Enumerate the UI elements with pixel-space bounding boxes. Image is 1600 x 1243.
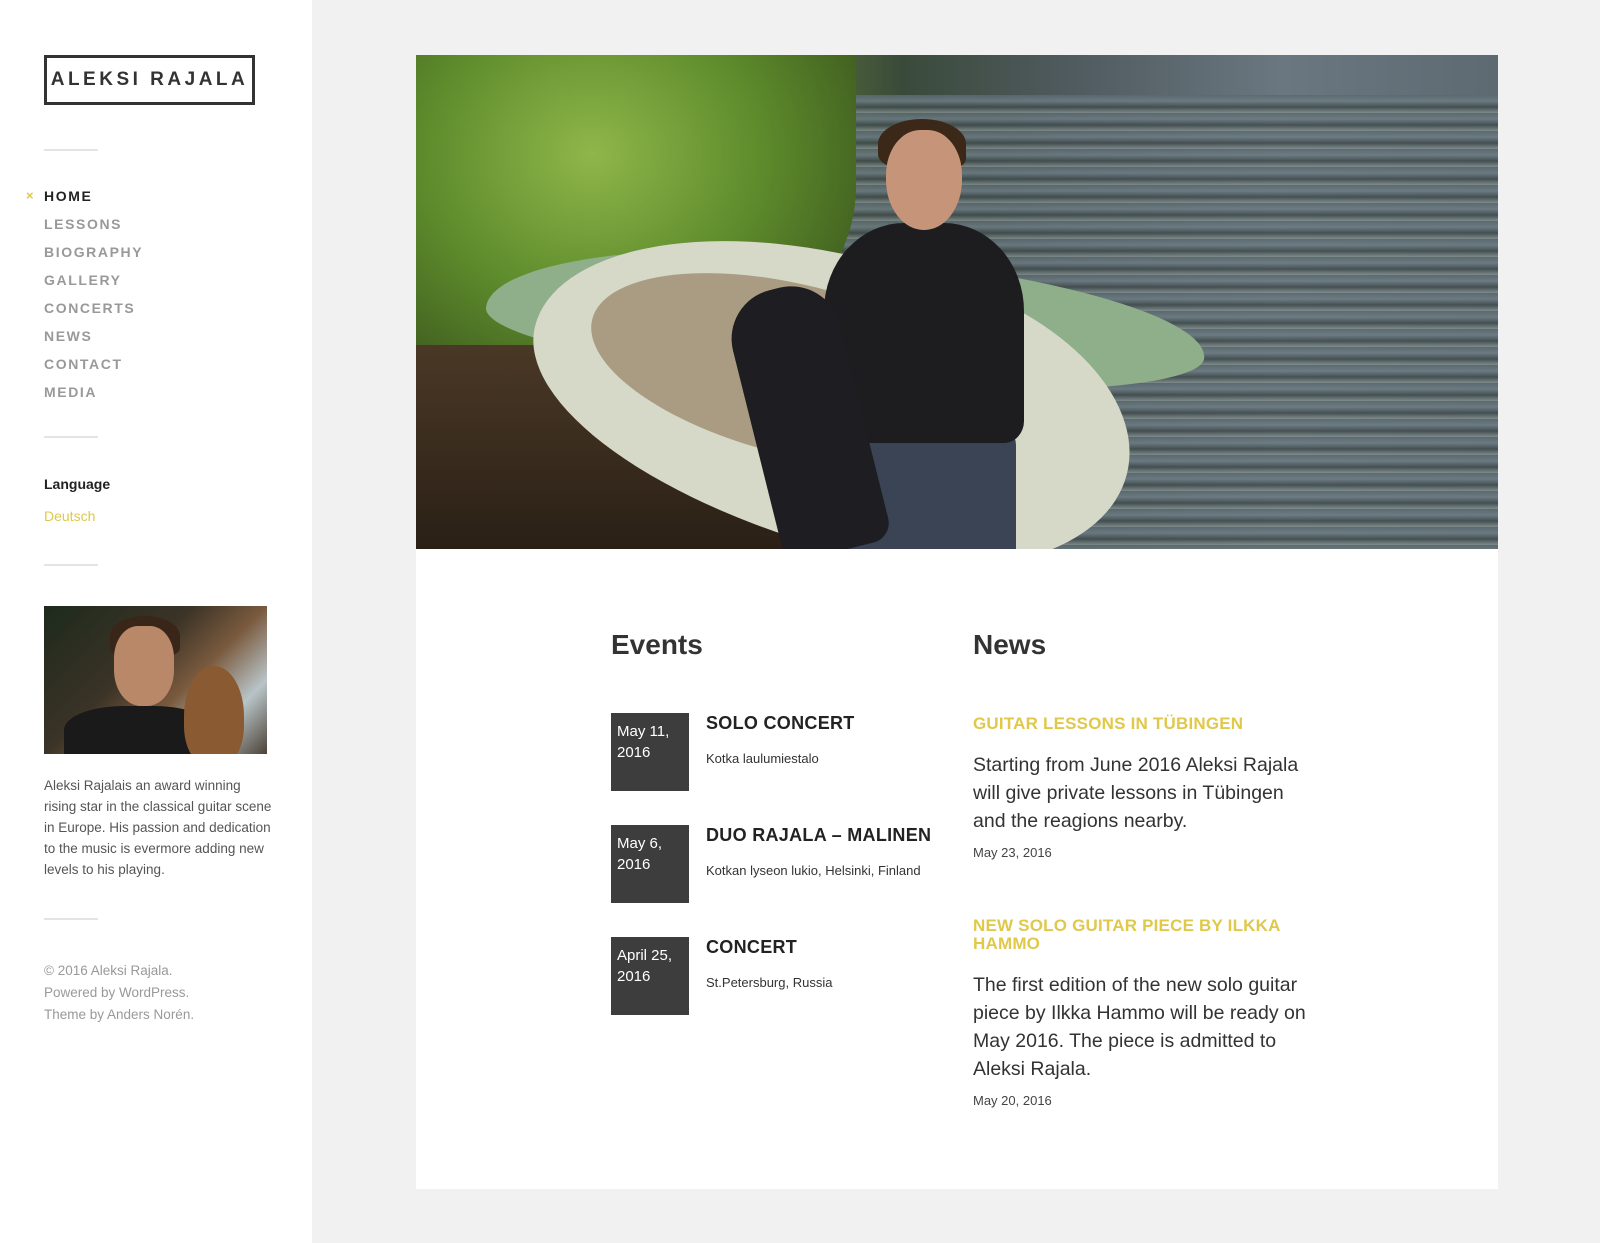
- wordpress-link[interactable]: Powered by WordPress.: [44, 985, 189, 1000]
- nav-item-media[interactable]: MEDIA: [44, 382, 143, 410]
- nav-item-contact[interactable]: CONTACT: [44, 354, 143, 382]
- nav-item-lessons[interactable]: LESSONS: [44, 214, 143, 242]
- artist-bio: Aleksi Rajalais an award winning rising …: [44, 778, 272, 877]
- news-item: NEW SOLO GUITAR PIECE BY ILKKA HAMMO The…: [973, 917, 1313, 1109]
- divider: [44, 564, 98, 566]
- divider: [44, 149, 98, 151]
- copyright-text: © 2016 Aleksi Rajala.: [44, 963, 173, 978]
- nav-item-home[interactable]: × HOME: [26, 186, 143, 214]
- event-item: May 11, 2016 SOLO CONCERT Kotka laulumie…: [611, 713, 941, 791]
- event-place: St.Petersburg, Russia: [706, 975, 833, 990]
- active-marker-icon: ×: [26, 188, 34, 203]
- main-nav: × HOME LESSONS BIOGRAPHY GALLERY CONCERT…: [26, 186, 143, 410]
- news-excerpt: Starting from June 2016 Aleksi Rajala wi…: [973, 754, 1299, 832]
- artist-portrait-image: [44, 606, 267, 754]
- language-link-deutsch[interactable]: Deutsch: [44, 508, 95, 524]
- site-logo[interactable]: ALEKSI RAJALA: [44, 55, 255, 105]
- hero-image: [416, 55, 1498, 549]
- event-date: May 11, 2016: [611, 713, 689, 791]
- main-content: Events News May 11, 2016 SOLO CONCERT Ko…: [416, 549, 1498, 1189]
- news-date: May 20, 2016: [973, 1093, 1052, 1108]
- nav-item-concerts[interactable]: CONCERTS: [44, 298, 143, 326]
- sidebar: ALEKSI RAJALA × HOME LESSONS BIOGRAPHY G…: [0, 0, 312, 1243]
- event-item: April 25, 2016 CONCERT St.Petersburg, Ru…: [611, 937, 941, 1015]
- news-excerpt: The first edition of the new solo guitar…: [973, 974, 1306, 1080]
- nav-item-gallery[interactable]: GALLERY: [44, 270, 143, 298]
- event-title[interactable]: DUO RAJALA – MALINEN: [706, 825, 931, 846]
- events-heading: Events: [611, 629, 703, 660]
- news-item: GUITAR LESSONS IN TÜBINGEN Starting from…: [973, 715, 1313, 861]
- sidebar-footer: © 2016 Aleksi Rajala. Powered by WordPre…: [44, 960, 194, 1026]
- event-place: Kotkan lyseon lukio, Helsinki, Finland: [706, 863, 921, 878]
- nav-item-news[interactable]: NEWS: [44, 326, 143, 354]
- event-title[interactable]: CONCERT: [706, 937, 797, 958]
- news-title-link[interactable]: NEW SOLO GUITAR PIECE BY ILKKA HAMMO: [973, 917, 1313, 953]
- news-heading: News: [973, 629, 1047, 660]
- event-date: April 25, 2016: [611, 937, 689, 1015]
- event-title[interactable]: SOLO CONCERT: [706, 713, 855, 734]
- nav-item-label: HOME: [44, 188, 93, 204]
- divider: [44, 436, 98, 438]
- news-date: May 23, 2016: [973, 845, 1052, 860]
- nav-item-biography[interactable]: BIOGRAPHY: [44, 242, 143, 270]
- event-date: May 6, 2016: [611, 825, 689, 903]
- news-title-link[interactable]: GUITAR LESSONS IN TÜBINGEN: [973, 715, 1313, 733]
- event-place: Kotka laulumiestalo: [706, 751, 819, 766]
- divider: [44, 918, 98, 920]
- language-widget-title: Language: [44, 476, 111, 492]
- event-item: May 6, 2016 DUO RAJALA – MALINEN Kotkan …: [611, 825, 941, 903]
- theme-credit-link[interactable]: Theme by Anders Norén.: [44, 1007, 194, 1022]
